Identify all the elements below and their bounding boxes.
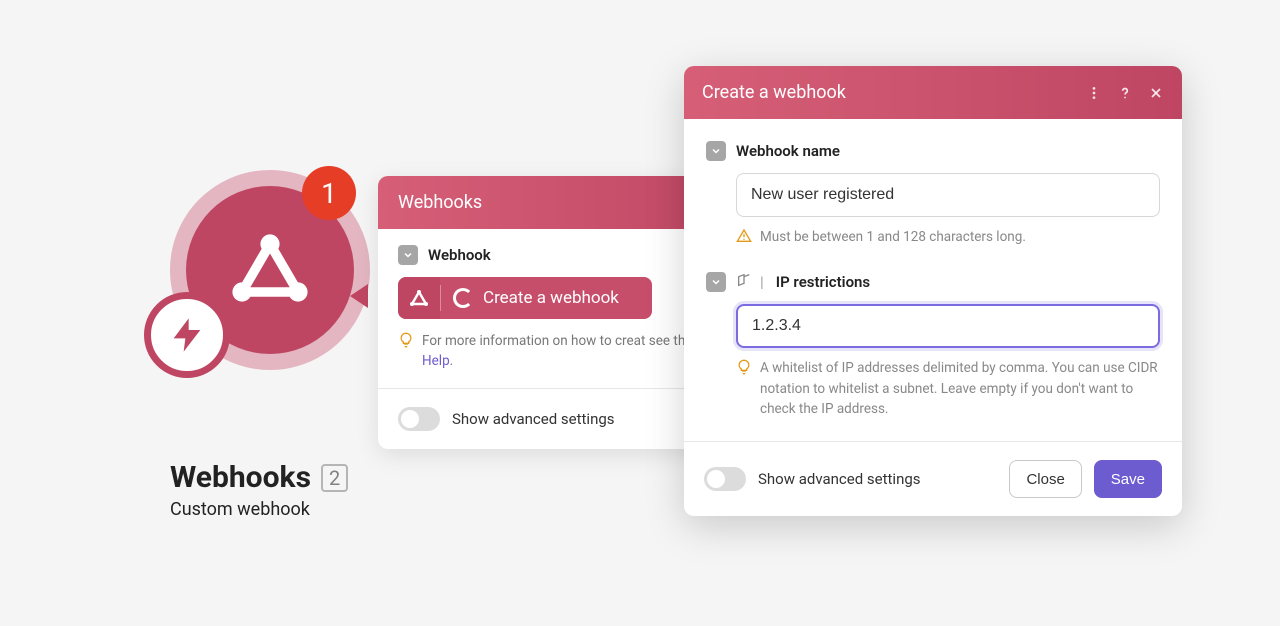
collapse-toggle-icon[interactable]: [706, 141, 726, 161]
node-subtitle: Custom webhook: [170, 499, 348, 520]
modal-title: Create a webhook: [702, 82, 846, 103]
close-icon[interactable]: [1148, 85, 1164, 101]
webhook-field-label: Webhook: [428, 246, 491, 264]
webhook-icon: [222, 220, 318, 320]
webhook-node[interactable]: 1: [170, 170, 370, 370]
node-caption: Webhooks 2 Custom webhook: [170, 460, 348, 520]
ip-restrictions-label: IP restrictions: [776, 273, 870, 291]
lightbulb-icon: [736, 359, 752, 381]
advanced-settings-label: Show advanced settings: [758, 470, 921, 488]
create-webhook-chip[interactable]: Create a webhook: [398, 277, 652, 319]
create-webhook-modal: Create a webhook Webhook name: [684, 66, 1182, 516]
close-button[interactable]: Close: [1009, 460, 1081, 498]
lightbulb-icon: [398, 332, 414, 354]
node-title: Webhooks: [170, 460, 311, 495]
instant-trigger-badge: [144, 292, 230, 378]
advanced-settings-toggle[interactable]: [704, 467, 746, 491]
collapse-toggle-icon[interactable]: [706, 272, 726, 292]
webhook-name-group: Webhook name Must be between 1 and 128 c…: [706, 141, 1160, 250]
save-button[interactable]: Save: [1094, 460, 1162, 498]
label-divider: |: [760, 273, 764, 291]
node-module-index: 2: [321, 464, 348, 492]
help-icon[interactable]: [1116, 84, 1134, 102]
webhook-chip-icon: [398, 277, 440, 319]
panel1-title: Webhooks: [398, 192, 482, 213]
ip-restrictions-input[interactable]: [736, 304, 1160, 348]
webhook-name-input[interactable]: [736, 173, 1160, 217]
create-webhook-label: Create a webhook: [483, 288, 619, 308]
more-options-icon[interactable]: [1086, 85, 1102, 101]
loading-spinner-icon: [453, 288, 473, 308]
badge-count: 1: [321, 177, 337, 210]
webhook-name-label: Webhook name: [736, 142, 840, 160]
node-error-badge[interactable]: 1: [302, 166, 356, 220]
chip-divider: [440, 285, 441, 311]
advanced-settings-label: Show advanced settings: [452, 410, 615, 428]
hint-suffix: .: [450, 353, 454, 369]
collapse-toggle-icon[interactable]: [398, 245, 418, 265]
ip-restrictions-group: | IP restrictions A whitelist of IP addr…: [706, 272, 1160, 419]
webhook-name-hint: Must be between 1 and 128 characters lon…: [760, 227, 1026, 247]
node-connector-arrow: [350, 284, 368, 308]
warning-icon: [736, 228, 752, 250]
advanced-settings-toggle[interactable]: [398, 407, 440, 431]
node-halo: 1: [170, 170, 370, 370]
hint-prefix: For more information on how to creat see…: [422, 333, 696, 349]
ip-restrictions-hint: A whitelist of IP addresses delimited by…: [760, 358, 1160, 419]
map-toggle-icon[interactable]: [736, 272, 752, 292]
